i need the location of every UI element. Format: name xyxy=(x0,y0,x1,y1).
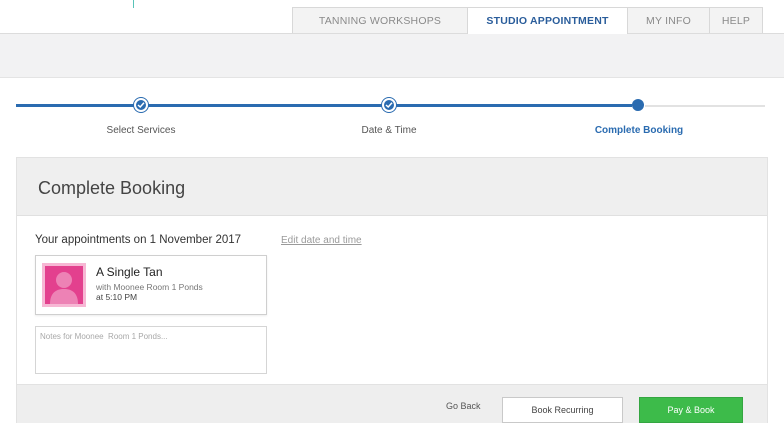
booking-progress: Select Services Date & Time Complete Boo… xyxy=(0,90,784,140)
tab-tanning-workshops[interactable]: TANNING WORKSHOPS xyxy=(292,7,468,33)
service-room: with Moonee Room 1 Ponds xyxy=(96,282,203,292)
page-title: Complete Booking xyxy=(38,178,186,198)
service-name: A Single Tan xyxy=(96,265,163,279)
go-back-link[interactable]: Go Back xyxy=(446,401,481,411)
booking-card: Complete Booking Your appointments on 1 … xyxy=(16,157,768,423)
service-summary: A Single Tan with Moonee Room 1 Ponds at… xyxy=(35,255,267,315)
logo-fragment xyxy=(133,0,134,8)
step-label-select-services: Select Services xyxy=(106,125,176,136)
step-1-check-icon xyxy=(134,98,148,112)
edit-date-time-link[interactable]: Edit date and time xyxy=(281,235,362,246)
appointments-heading: Your appointments on 1 November 2017 xyxy=(35,234,242,246)
tab-help[interactable]: HELP xyxy=(709,7,763,33)
step-label-complete-booking: Complete Booking xyxy=(594,125,684,136)
pay-and-book-button[interactable]: Pay & Book xyxy=(639,397,743,423)
book-recurring-button[interactable]: Book Recurring xyxy=(502,397,623,423)
service-time: at 5:10 PM xyxy=(96,292,138,302)
header-band xyxy=(0,33,784,78)
top-navigation: TANNING WORKSHOPS STUDIO APPOINTMENT MY … xyxy=(0,0,784,34)
card-header: Complete Booking xyxy=(17,158,767,216)
step-2-check-icon xyxy=(382,98,396,112)
tab-my-info[interactable]: MY INFO xyxy=(627,7,710,33)
step-label-date-time: Date & Time xyxy=(361,125,417,136)
progress-line-remaining xyxy=(645,105,765,107)
progress-line-completed xyxy=(16,104,632,107)
tab-studio-appointment[interactable]: STUDIO APPOINTMENT xyxy=(467,7,628,34)
step-3-current-dot xyxy=(632,99,644,111)
nav-tabs: TANNING WORKSHOPS STUDIO APPOINTMENT MY … xyxy=(292,7,763,34)
person-silhouette-icon xyxy=(42,263,86,307)
card-footer: Go Back Book Recurring Pay & Book xyxy=(17,384,767,423)
notes-input[interactable] xyxy=(35,326,267,374)
